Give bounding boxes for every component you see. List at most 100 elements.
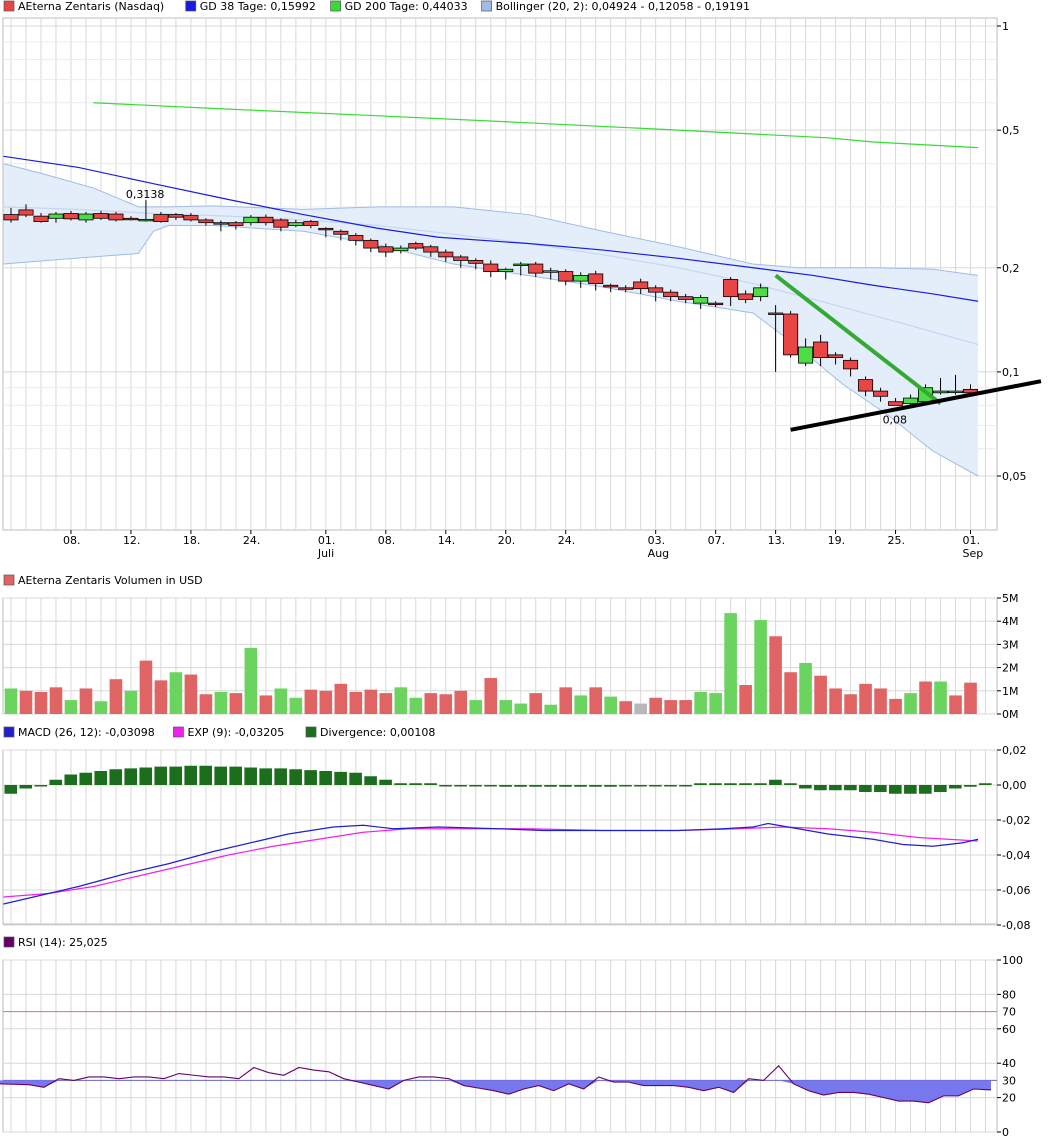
volume-bar	[664, 700, 677, 714]
volume-bar	[379, 693, 393, 714]
price-legend-swatch	[3, 0, 15, 12]
macd-legend-label: Divergence: 0,00108	[320, 726, 435, 739]
volume-bar	[724, 613, 737, 714]
candle-body	[318, 227, 334, 231]
rsi-legend-label: RSI (14): 25,025	[18, 936, 108, 949]
high-annotation: 0,3138	[126, 188, 165, 201]
divergence-bar	[379, 779, 392, 785]
macd-axis-label: -0,02	[1002, 814, 1030, 827]
divergence-bar	[259, 768, 272, 785]
macd-legend-label: MACD (26, 12): -0,03098	[18, 726, 155, 739]
candle-body	[513, 263, 529, 266]
x-axis-month-label: Juli	[317, 547, 334, 560]
divergence-bar	[244, 767, 257, 785]
price-legend-label: GD 38 Tage: 0,15992	[200, 0, 316, 13]
divergence-bar	[874, 785, 887, 792]
volume-bar	[364, 689, 378, 714]
candle-body	[528, 263, 544, 274]
volume-bar	[934, 681, 947, 714]
candle-body	[888, 401, 904, 406]
candle-body	[693, 297, 709, 304]
x-axis-label: 03.	[648, 534, 666, 547]
volume-bar	[874, 688, 887, 714]
x-axis-label: 25.	[888, 534, 906, 547]
candle-body	[288, 222, 304, 226]
volume-axis-label: 3M	[1002, 638, 1019, 651]
divergence-bar	[484, 785, 497, 787]
divergence-bar	[304, 770, 317, 785]
price-legend-swatch	[185, 0, 197, 12]
divergence-bar	[499, 785, 512, 787]
volume-axis-label: 1M	[1002, 685, 1019, 698]
candle-body	[633, 281, 649, 290]
candle-body	[183, 215, 199, 221]
candle-body	[618, 287, 634, 290]
volume-bar	[199, 694, 213, 714]
divergence-bar	[844, 785, 857, 791]
x-axis-label: 12.	[123, 534, 141, 547]
volume-bar	[394, 687, 408, 714]
volume-bar	[619, 701, 632, 714]
price-axis-label: 1	[1002, 20, 1009, 33]
divergence-bar	[409, 783, 422, 785]
volume-bar	[34, 691, 48, 714]
candle-body	[423, 246, 439, 253]
candle-body	[813, 341, 829, 358]
price-axis-label: 0,05	[1002, 470, 1027, 483]
divergence-bar	[64, 774, 78, 785]
macd-legend-label: EXP (9): -0,03205	[187, 726, 284, 739]
volume-bar	[154, 680, 168, 714]
divergence-bar	[289, 769, 302, 785]
volume-bar	[334, 683, 348, 714]
candle-body	[798, 346, 814, 364]
volume-bar	[424, 693, 438, 714]
volume-bar	[19, 690, 33, 714]
volume-bar	[829, 688, 842, 714]
divergence-bar	[604, 785, 617, 787]
divergence-bar	[649, 785, 662, 787]
candle-body	[213, 222, 229, 225]
volume-bar	[739, 685, 752, 714]
volume-bar	[574, 695, 588, 714]
volume-bar	[604, 696, 617, 714]
candle-body	[663, 291, 679, 298]
candle-body	[108, 213, 124, 221]
divergence-bar	[4, 785, 18, 794]
candle-body	[363, 239, 379, 249]
volume-bar	[964, 682, 977, 714]
candle-body	[153, 214, 169, 222]
volume-bar	[229, 693, 243, 714]
volume-bar	[169, 672, 183, 714]
divergence-bar	[559, 785, 572, 787]
divergence-bar	[634, 785, 647, 787]
volume-bar	[559, 687, 573, 714]
volume-bar	[439, 694, 453, 714]
price-legend-swatch	[481, 0, 492, 12]
price-legend-label: Bollinger (20, 2): 0,04924 - 0,12058 - 0…	[496, 0, 750, 13]
macd-legend-swatch	[3, 726, 15, 738]
divergence-bar	[454, 785, 467, 787]
candle-body	[438, 251, 454, 258]
volume-bar	[469, 700, 483, 714]
x-axis-month-label: Aug	[648, 547, 669, 560]
divergence-bar	[964, 785, 977, 787]
divergence-bar	[919, 785, 932, 794]
candle-body	[168, 214, 184, 218]
x-axis-label: 14.	[438, 534, 456, 547]
divergence-bar	[334, 771, 347, 785]
volume-bar	[694, 691, 707, 714]
divergence-bar	[664, 785, 677, 787]
x-axis-label: 01.	[318, 534, 336, 547]
volume-axis-label: 0M	[1002, 708, 1019, 721]
rsi-axis-label: 20	[1002, 1092, 1016, 1105]
rsi-axis-label: 80	[1002, 988, 1016, 1001]
divergence-bar	[799, 785, 812, 789]
volume-bar	[349, 691, 363, 714]
divergence-bar	[169, 766, 183, 785]
macd-axis-label: -0,06	[1002, 884, 1030, 897]
divergence-bar	[124, 768, 138, 785]
volume-bar	[244, 647, 258, 714]
candle-body	[198, 219, 214, 224]
price-axis-label: 0,2	[1002, 262, 1020, 275]
volume-bar	[904, 693, 917, 714]
